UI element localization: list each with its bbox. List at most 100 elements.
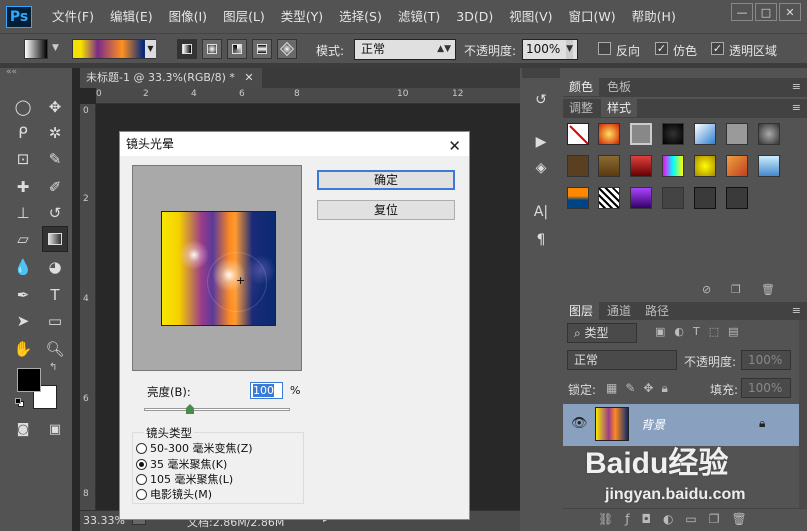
pen-tool-icon[interactable]: ✒	[10, 282, 36, 308]
style-swatch[interactable]	[726, 187, 748, 209]
panel-menu-icon[interactable]: ≡	[792, 101, 801, 114]
ok-button[interactable]: 确定	[317, 170, 455, 190]
tab-layers[interactable]: 图层	[563, 302, 600, 320]
lens-option-50-300[interactable]: 50-300 毫米变焦(Z)	[136, 440, 253, 456]
style-swatch[interactable]	[694, 187, 716, 209]
style-swatch[interactable]	[567, 187, 589, 209]
3d-panel-icon[interactable]: ◈	[531, 158, 551, 178]
lock-icons[interactable]: ▦✎✥🔒︎	[606, 381, 676, 396]
eye-icon[interactable]: 👁︎	[571, 416, 588, 431]
tab-styles[interactable]: 样式	[601, 99, 638, 117]
style-swatch[interactable]	[694, 155, 716, 177]
marquee-tool-icon[interactable]: ◯	[10, 94, 36, 120]
brush-tool-icon[interactable]: ✐	[42, 174, 68, 200]
default-colors-icon[interactable]	[15, 398, 25, 408]
swap-colors-icon[interactable]: ↰	[49, 362, 57, 373]
dither-checkbox[interactable]: ✓	[655, 42, 668, 55]
style-swatch[interactable]	[758, 123, 780, 145]
reverse-checkbox[interactable]	[598, 42, 611, 55]
style-none-swatch[interactable]	[567, 123, 589, 145]
screen-mode-icon[interactable]: ▣	[42, 416, 68, 442]
brightness-slider-track[interactable]	[144, 408, 290, 411]
flare-preview-image[interactable]: +	[161, 211, 276, 326]
type-tool-icon[interactable]: T	[42, 282, 68, 308]
menu-help[interactable]: 帮助(H)	[624, 0, 684, 33]
history-panel-icon[interactable]: ↺	[531, 90, 551, 110]
clone-stamp-tool-icon[interactable]: ⊥	[10, 200, 36, 226]
blend-mode-select[interactable]: 正常	[567, 350, 677, 370]
menu-image[interactable]: 图像(I)	[161, 0, 215, 33]
history-brush-tool-icon[interactable]: ↺	[42, 200, 68, 226]
path-selection-tool-icon[interactable]: ➤	[10, 308, 36, 334]
angle-gradient-button[interactable]	[227, 39, 247, 59]
lasso-tool-icon[interactable]: ᑭ	[10, 120, 36, 146]
dodge-tool-icon[interactable]: ◕	[42, 254, 68, 280]
blur-tool-icon[interactable]: 💧	[10, 254, 36, 280]
character-panel-icon[interactable]: A|	[531, 202, 551, 222]
lens-option-movie[interactable]: 电影镜头(M)	[136, 486, 212, 502]
style-swatch[interactable]	[758, 155, 780, 177]
close-button[interactable]: ✕	[779, 3, 801, 21]
style-swatch[interactable]	[598, 187, 620, 209]
style-swatch[interactable]	[598, 123, 620, 145]
chevron-down-icon[interactable]: ▼	[52, 43, 59, 53]
panel-menu-icon[interactable]: ≡	[792, 80, 801, 93]
healing-brush-tool-icon[interactable]: ✚	[10, 174, 36, 200]
tab-channels[interactable]: 通道	[601, 302, 637, 320]
delete-style-icon[interactable]: 🗑︎	[761, 283, 775, 296]
style-swatch[interactable]	[726, 123, 748, 145]
layer-filter-icons[interactable]: ▣◐T⬚▤	[655, 325, 748, 338]
mode-select[interactable]: 正常 ▲▼	[354, 39, 456, 60]
style-swatch[interactable]	[567, 155, 589, 177]
menu-window[interactable]: 窗口(W)	[561, 0, 624, 33]
linear-gradient-button[interactable]	[177, 39, 197, 59]
brightness-slider-thumb[interactable]	[186, 404, 194, 414]
gradient-picker[interactable]	[72, 39, 156, 59]
zoom-tool-icon[interactable]: 🔍︎	[42, 336, 68, 362]
gradient-dropdown-arrow-icon[interactable]: ▼	[145, 40, 156, 58]
foreground-color-swatch[interactable]	[17, 368, 41, 392]
tab-paths[interactable]: 路径	[639, 302, 675, 320]
opacity-input[interactable]: 100% ▼	[522, 39, 578, 60]
menu-select[interactable]: 选择(S)	[331, 0, 390, 33]
layer-filter-select[interactable]: ⌕ 类型	[567, 323, 637, 343]
menu-layer[interactable]: 图层(L)	[215, 0, 273, 33]
reset-button[interactable]: 复位	[317, 200, 455, 220]
tab-color[interactable]: 颜色	[563, 78, 600, 96]
style-swatch[interactable]	[598, 155, 620, 177]
fill-input[interactable]: 100%	[741, 378, 791, 398]
rectangle-tool-icon[interactable]: ▭	[42, 308, 68, 334]
menu-3d[interactable]: 3D(D)	[448, 0, 501, 33]
maximize-button[interactable]: □	[755, 3, 777, 21]
style-swatch[interactable]	[726, 155, 748, 177]
quick-mask-icon[interactable]: ◙	[10, 416, 36, 442]
close-tab-icon[interactable]: ✕	[244, 71, 253, 84]
style-swatch[interactable]	[630, 187, 652, 209]
hand-tool-icon[interactable]: ✋	[10, 336, 36, 362]
style-swatch[interactable]	[630, 123, 652, 145]
menu-filter[interactable]: 滤镜(T)	[390, 0, 448, 33]
paragraph-panel-icon[interactable]: ¶	[531, 230, 551, 250]
close-icon[interactable]: ✕	[448, 134, 461, 158]
tab-swatches[interactable]: 色板	[601, 78, 637, 96]
magic-wand-tool-icon[interactable]: ✲	[42, 120, 68, 146]
brightness-input[interactable]: 100	[250, 382, 283, 399]
menu-file[interactable]: 文件(F)	[44, 0, 102, 33]
new-style-icon[interactable]: ❐	[731, 283, 741, 296]
radial-gradient-button[interactable]	[202, 39, 222, 59]
reflected-gradient-button[interactable]	[252, 39, 272, 59]
layer-opacity-input[interactable]: 100%	[741, 350, 791, 370]
crop-tool-icon[interactable]: ⊡	[10, 146, 36, 172]
lens-option-35[interactable]: 35 毫米聚焦(K)	[136, 456, 227, 472]
eraser-tool-icon[interactable]: ▱	[10, 226, 36, 252]
lens-option-105[interactable]: 105 毫米聚焦(L)	[136, 471, 233, 487]
style-swatch[interactable]	[630, 155, 652, 177]
menu-view[interactable]: 视图(V)	[501, 0, 560, 33]
menu-type[interactable]: 类型(Y)	[273, 0, 331, 33]
document-tab[interactable]: 未标题-1 @ 33.3%(RGB/8) * ✕	[80, 68, 262, 88]
style-swatch[interactable]	[662, 187, 684, 209]
layer-name[interactable]: 背景	[641, 416, 665, 433]
clear-style-icon[interactable]: ⊘	[702, 283, 711, 296]
gradient-tool-preset-icon[interactable]	[24, 39, 48, 59]
style-swatch[interactable]	[694, 123, 716, 145]
